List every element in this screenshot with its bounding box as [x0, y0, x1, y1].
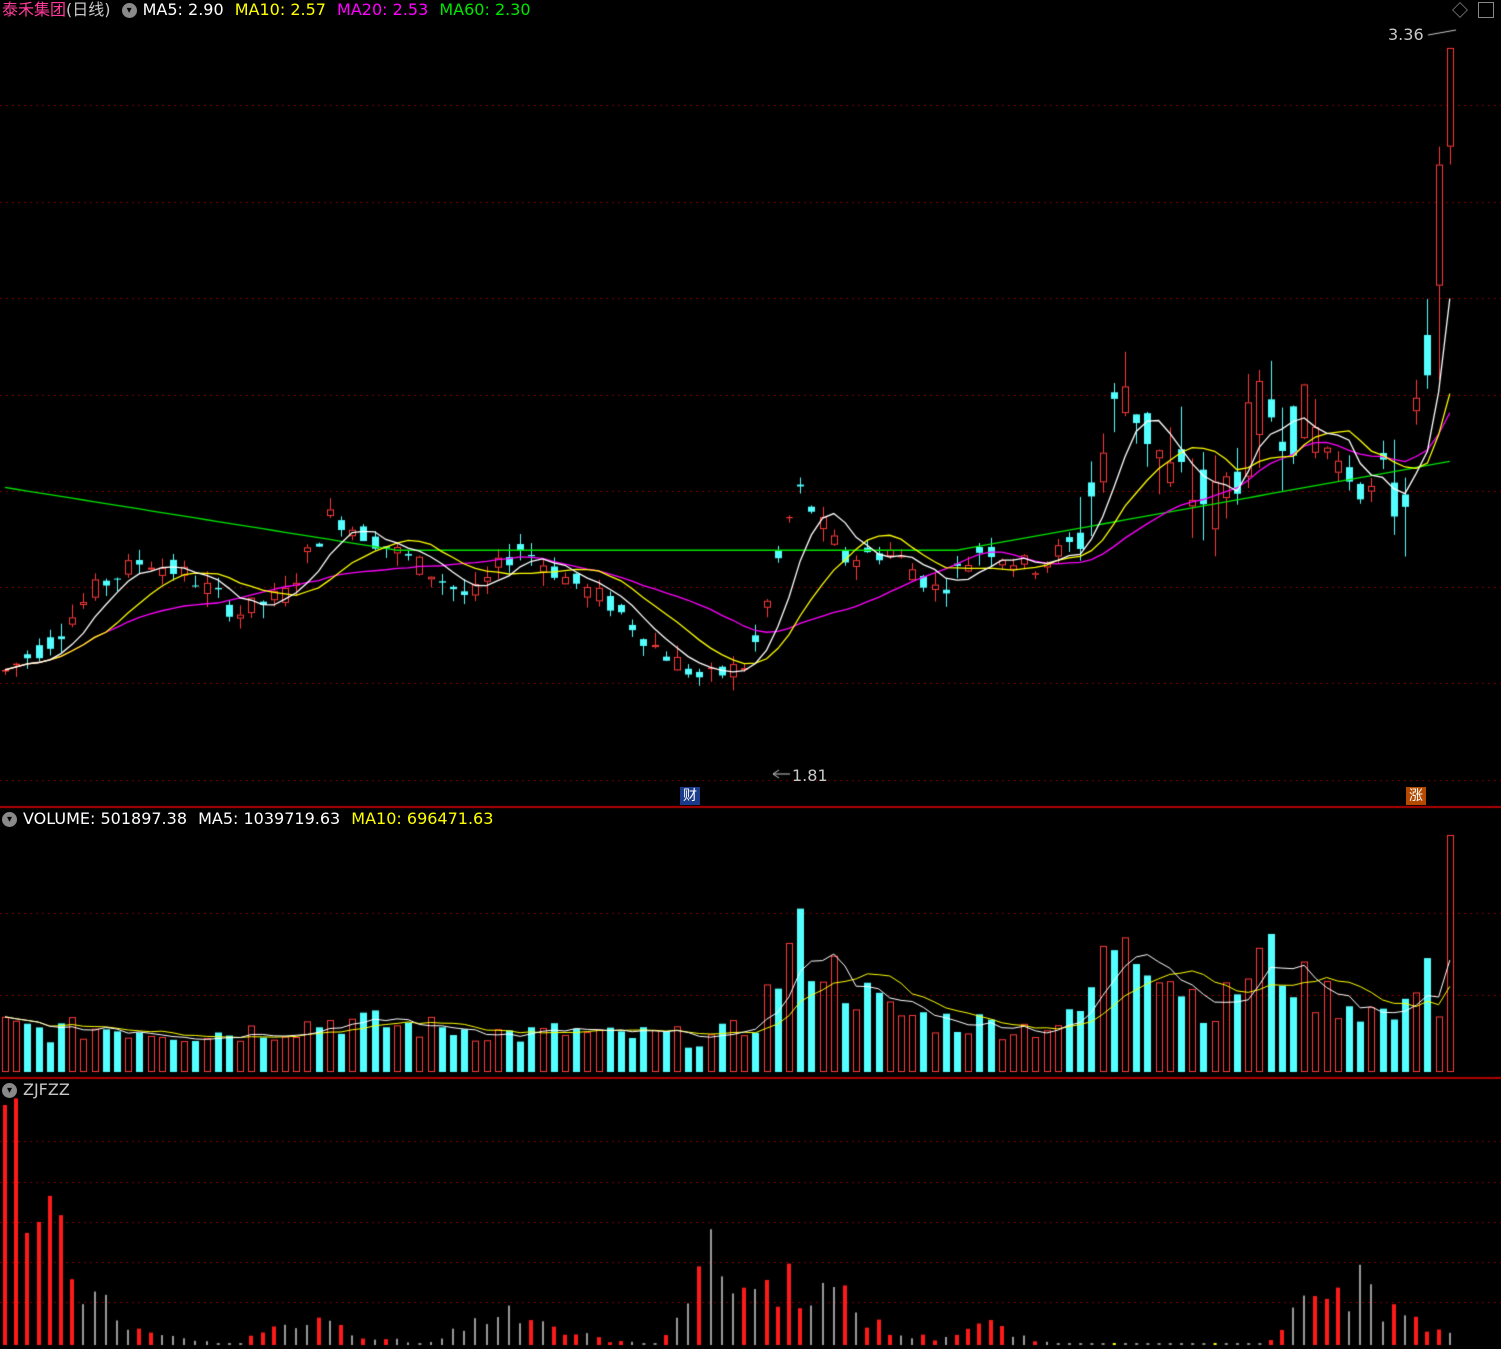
high-price-label: 3.36 — [1388, 25, 1424, 44]
ma10-value: MA10: 2.57 — [234, 0, 326, 19]
ma60-value: MA60: 2.30 — [439, 0, 531, 19]
indicator-name[interactable]: ZJFZZ — [23, 1080, 70, 1099]
volume-value: VOLUME: 501897.38 — [23, 809, 187, 828]
ma20-value: MA20: 2.53 — [337, 0, 429, 19]
volume-header: ▾ VOLUME: 501897.38 MA5: 1039719.63 MA10:… — [2, 809, 499, 829]
dropdown-icon[interactable]: ▾ — [121, 3, 137, 18]
stock-name[interactable]: 泰禾集团 — [2, 0, 66, 19]
volume-ma10-value: MA10: 696471.63 — [351, 809, 494, 828]
maximize-icon[interactable] — [1478, 2, 1494, 18]
low-price-label: 1.81 — [792, 766, 828, 785]
indicator-header: ▾ ZJFZZ — [2, 1080, 76, 1100]
kline-chart-canvas[interactable] — [0, 0, 1501, 1349]
period-label[interactable]: (日线) — [66, 0, 111, 19]
ma5-value: MA5: 2.90 — [142, 0, 224, 19]
finance-report-tag[interactable]: 财 — [680, 787, 700, 805]
dropdown-icon[interactable]: ▾ — [2, 812, 17, 827]
dropdown-icon[interactable]: ▾ — [2, 1083, 17, 1098]
volume-ma5-value: MA5: 1039719.63 — [198, 809, 341, 828]
price-header: 泰禾集团(日线) ▾ MA5: 2.90 MA10: 2.57 MA20: 2.5… — [2, 0, 537, 20]
limit-up-tag[interactable]: 涨 — [1406, 787, 1426, 805]
